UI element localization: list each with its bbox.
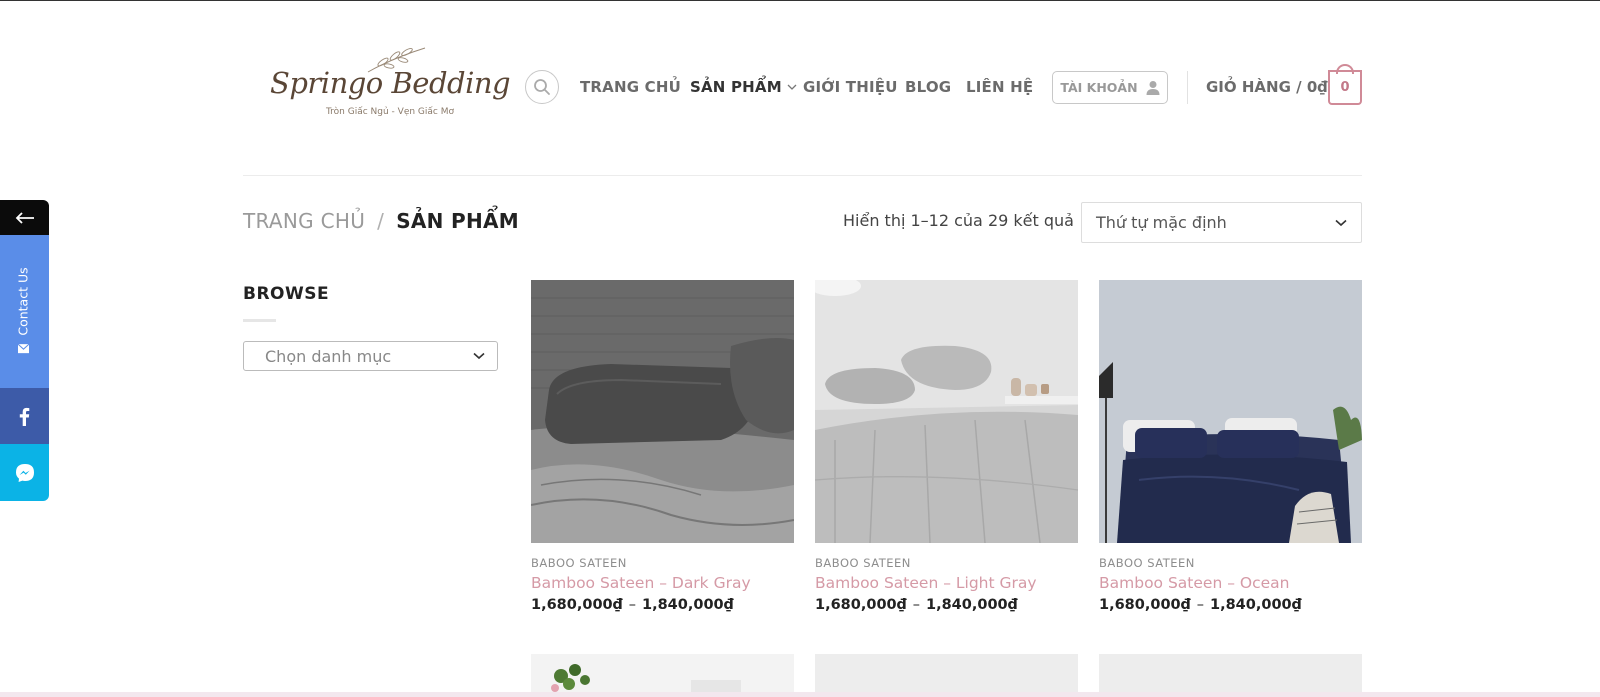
result-count: Hiển thị 1–12 của 29 kết quả xyxy=(843,211,1074,230)
product-image-partial[interactable] xyxy=(531,654,794,697)
nav-item-san-pham[interactable]: SẢN PHẨM xyxy=(690,78,797,96)
mail-icon xyxy=(17,343,29,354)
price-separator: – xyxy=(912,597,920,613)
chevron-down-icon xyxy=(473,352,485,360)
product-image[interactable] xyxy=(815,280,1078,543)
arrow-left-icon xyxy=(15,211,34,224)
logo-title: Springo Bedding xyxy=(270,66,511,100)
facebook-button[interactable] xyxy=(0,388,49,444)
price-min: 1,680,000₫ xyxy=(1099,597,1191,613)
product-image-partial[interactable] xyxy=(815,654,1078,697)
price-min: 1,680,000₫ xyxy=(815,597,907,613)
sidebar-title: BROWSE xyxy=(243,284,330,304)
header-separator xyxy=(243,175,1362,176)
top-border-line xyxy=(0,0,1600,1)
bottom-strip xyxy=(0,692,1600,697)
breadcrumb: TRANG CHỦ / SẢN PHẨM xyxy=(243,209,519,233)
nav-item-gioi-thieu[interactable]: GIỚI THIỆU xyxy=(803,78,898,96)
breadcrumb-home[interactable]: TRANG CHỦ xyxy=(243,209,365,233)
product-card: BABOO SATEEN Bamboo Sateen – Light Gray … xyxy=(815,280,1078,613)
product-price: 1,680,000₫ –1,840,000₫ xyxy=(531,597,794,613)
nav-item-trang-chu[interactable]: TRANG CHỦ xyxy=(580,78,681,96)
floating-contact-bar: Contact Us xyxy=(0,200,50,501)
price-min: 1,680,000₫ xyxy=(531,597,623,613)
plant-decor-image xyxy=(531,654,794,697)
price-max: 1,840,000₫ xyxy=(1209,597,1302,613)
nav-item-blog[interactable]: BLOG xyxy=(905,78,951,96)
product-price: 1,680,000₫ –1,840,000₫ xyxy=(1099,597,1362,613)
search-icon xyxy=(534,79,550,95)
chevron-down-icon xyxy=(1335,219,1347,226)
cart-link[interactable]: GIỎ HÀNG / 0₫ xyxy=(1206,78,1328,96)
sidebar-title-underline xyxy=(243,319,276,322)
product-card: BABOO SATEEN Bamboo Sateen – Dark Gray 1… xyxy=(531,280,794,613)
product-image[interactable] xyxy=(1099,280,1362,543)
account-button[interactable]: TÀI KHOẢN xyxy=(1052,71,1168,104)
collapse-bar-button[interactable] xyxy=(0,200,49,235)
contact-us-label: Contact Us xyxy=(15,267,31,336)
price-max: 1,840,000₫ xyxy=(641,597,734,613)
contact-us-button[interactable]: Contact Us xyxy=(0,235,49,388)
price-max: 1,840,000₫ xyxy=(925,597,1018,613)
product-category: BABOO SATEEN xyxy=(531,556,627,570)
breadcrumb-separator: / xyxy=(377,209,385,233)
site-logo[interactable]: Springo Bedding Tròn Giấc Ngủ - Vẹn Giấc… xyxy=(268,44,511,124)
product-category: BABOO SATEEN xyxy=(815,556,911,570)
nav-item-lien-he[interactable]: LIÊN HỆ xyxy=(966,78,1033,96)
product-name[interactable]: Bamboo Sateen – Ocean xyxy=(1099,574,1362,592)
price-separator: – xyxy=(1196,597,1204,613)
cart-count-badge[interactable]: 0 xyxy=(1328,70,1362,105)
category-placeholder: Chọn danh mục xyxy=(265,346,392,366)
product-price: 1,680,000₫ –1,840,000₫ xyxy=(815,597,1078,613)
product-name[interactable]: Bamboo Sateen – Dark Gray xyxy=(531,574,794,592)
product-card: BABOO SATEEN Bamboo Sateen – Ocean 1,680… xyxy=(1099,280,1362,613)
messenger-button[interactable] xyxy=(0,444,49,501)
header-divider xyxy=(1187,71,1188,104)
product-image[interactable] xyxy=(531,280,794,543)
account-label: TÀI KHOẢN xyxy=(1060,80,1138,95)
logo-tagline: Tròn Giấc Ngủ - Vẹn Giấc Mơ xyxy=(326,107,454,117)
user-icon xyxy=(1146,81,1160,95)
breadcrumb-current: SẢN PHẨM xyxy=(396,209,519,233)
facebook-icon xyxy=(19,407,30,426)
category-select[interactable]: Chọn danh mục xyxy=(243,341,498,371)
price-separator: – xyxy=(628,597,636,613)
messenger-icon xyxy=(15,463,34,482)
search-button[interactable] xyxy=(525,70,559,104)
product-name[interactable]: Bamboo Sateen – Light Gray xyxy=(815,574,1078,592)
sort-selected-value: Thứ tự mặc định xyxy=(1096,213,1227,232)
sort-select[interactable]: Thứ tự mặc định xyxy=(1081,202,1362,243)
product-image-partial[interactable] xyxy=(1099,654,1362,697)
product-category: BABOO SATEEN xyxy=(1099,556,1195,570)
chevron-down-icon xyxy=(787,84,797,90)
